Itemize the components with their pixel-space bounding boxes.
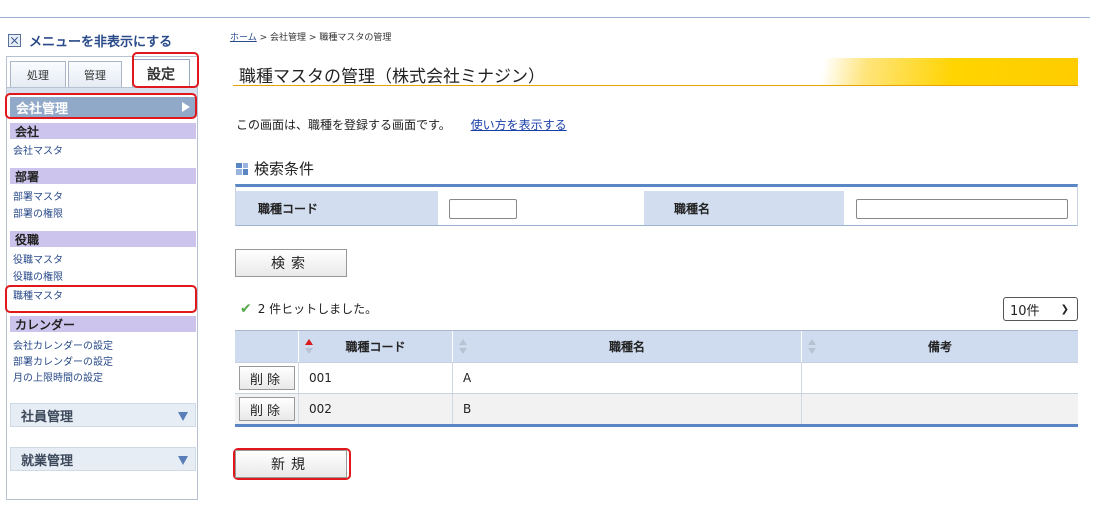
sidebar-item-position-master[interactable]: 役職マスタ — [13, 251, 63, 266]
column-header-actions — [235, 331, 299, 362]
section-label: 社員管理 — [21, 409, 74, 425]
breadcrumb-separator: > — [308, 33, 317, 43]
breadcrumb-level1: 会社管理 — [270, 33, 307, 43]
table-cell: 002 — [299, 394, 453, 424]
table-cell: 削除 — [235, 394, 299, 424]
column-header-name[interactable]: 職種名 — [453, 331, 802, 362]
title-bar: 職種マスタの管理（株式会社ミナジン） — [233, 58, 1078, 87]
hit-count-text: 2 件ヒットしました。 — [257, 302, 378, 316]
tab-management[interactable]: 管理 — [68, 61, 122, 87]
breadcrumb-level2: 職種マスタの管理 — [319, 33, 392, 43]
hit-count: ✔ 2 件ヒットしました。 — [240, 300, 377, 317]
column-label: 備考 — [927, 340, 952, 354]
highlight-settings-tab — [132, 52, 199, 88]
name-input[interactable] — [856, 199, 1068, 219]
category-company: 会社 — [10, 123, 196, 139]
check-icon: ✔ — [240, 300, 252, 317]
table-cell: 001 — [299, 363, 453, 393]
category-department: 部署 — [10, 168, 196, 184]
sidebar-item-department-permission[interactable]: 部署の権限 — [13, 205, 63, 220]
sidebar-item-department-master[interactable]: 部署マスタ — [13, 188, 63, 203]
results-table: 職種コード 職種名 備考 削除 001 A 削除 002 B — [235, 330, 1078, 427]
help-link[interactable]: 使い方を表示する — [471, 118, 567, 132]
sort-icon — [459, 339, 467, 355]
sort-icon — [808, 339, 816, 355]
sidebar-item-company-master[interactable]: 会社マスタ — [13, 142, 63, 157]
description-text: この画面は、職種を登録する画面です。 — [236, 118, 451, 132]
page-size-select[interactable]: 10件 ❯ — [1003, 297, 1078, 321]
hide-menu-toggle[interactable]: メニューを非表示にする — [8, 32, 173, 50]
highlight-company-management — [5, 93, 197, 119]
column-label: 職種名 — [608, 340, 645, 354]
hide-menu-label: メニューを非表示にする — [29, 34, 173, 50]
code-label: 職種コード — [236, 191, 438, 225]
sidebar-item-monthly-limit[interactable]: 月の上限時間の設定 — [13, 369, 103, 384]
chevron-down-icon — [178, 456, 188, 465]
column-label: 職種コード — [345, 340, 406, 354]
table-cell — [802, 394, 1078, 424]
delete-button[interactable]: 削除 — [239, 397, 295, 421]
sidebar-item-position-permission[interactable]: 役職の権限 — [13, 268, 63, 283]
table-row: 削除 002 B — [235, 393, 1078, 424]
column-header-note[interactable]: 備考 — [802, 331, 1078, 362]
search-conditions: 職種コード 職種名 — [235, 184, 1078, 226]
square-bullet-icon — [236, 162, 248, 175]
chevron-down-icon: ❯ — [1060, 304, 1069, 315]
table-cell: 削除 — [235, 363, 299, 393]
highlight-job-type-master — [5, 285, 197, 313]
table-cell — [802, 363, 1078, 393]
table-cell: A — [453, 363, 802, 393]
close-box-icon — [8, 33, 21, 47]
section-work-management[interactable]: 就業管理 — [10, 447, 196, 471]
column-header-code[interactable]: 職種コード — [299, 331, 453, 362]
section-label: 就業管理 — [21, 453, 74, 469]
name-label: 職種名 — [644, 191, 844, 225]
title-stripe — [768, 58, 1078, 85]
sort-icon — [305, 339, 313, 355]
breadcrumb: ホーム > 会社管理 > 職種マスタの管理 — [230, 30, 391, 43]
new-button[interactable]: 新規 — [235, 450, 347, 478]
delete-button[interactable]: 削除 — [239, 366, 295, 390]
search-heading-label: 検索条件 — [254, 160, 315, 178]
search-button[interactable]: 検索 — [235, 249, 347, 277]
breadcrumb-separator: > — [259, 33, 268, 43]
chevron-down-icon — [178, 412, 188, 421]
search-heading: 検索条件 — [236, 158, 314, 179]
table-header: 職種コード 職種名 備考 — [235, 330, 1078, 362]
tab-processing[interactable]: 処理 — [10, 61, 66, 87]
table-row: 削除 001 A — [235, 362, 1078, 393]
top-divider — [0, 17, 1090, 18]
sidebar-item-department-calendar[interactable]: 部署カレンダーの設定 — [13, 353, 113, 368]
section-employee-management[interactable]: 社員管理 — [10, 403, 196, 427]
page-size-value: 10件 — [1010, 303, 1040, 319]
breadcrumb-home[interactable]: ホーム — [230, 33, 257, 43]
sidebar-item-company-calendar[interactable]: 会社カレンダーの設定 — [13, 337, 113, 352]
sidebar-panel: 処理 管理 設定 会社管理 会社 会社マスタ 部署 部署マスタ 部署の権限 役職… — [6, 56, 198, 500]
code-input[interactable] — [449, 199, 517, 219]
category-calendar: カレンダー — [10, 316, 196, 332]
page-title: 職種マスタの管理（株式会社ミナジン） — [239, 67, 545, 87]
table-cell: B — [453, 394, 802, 424]
category-position: 役職 — [10, 231, 196, 247]
page-description: この画面は、職種を登録する画面です。 使い方を表示する — [236, 116, 567, 133]
